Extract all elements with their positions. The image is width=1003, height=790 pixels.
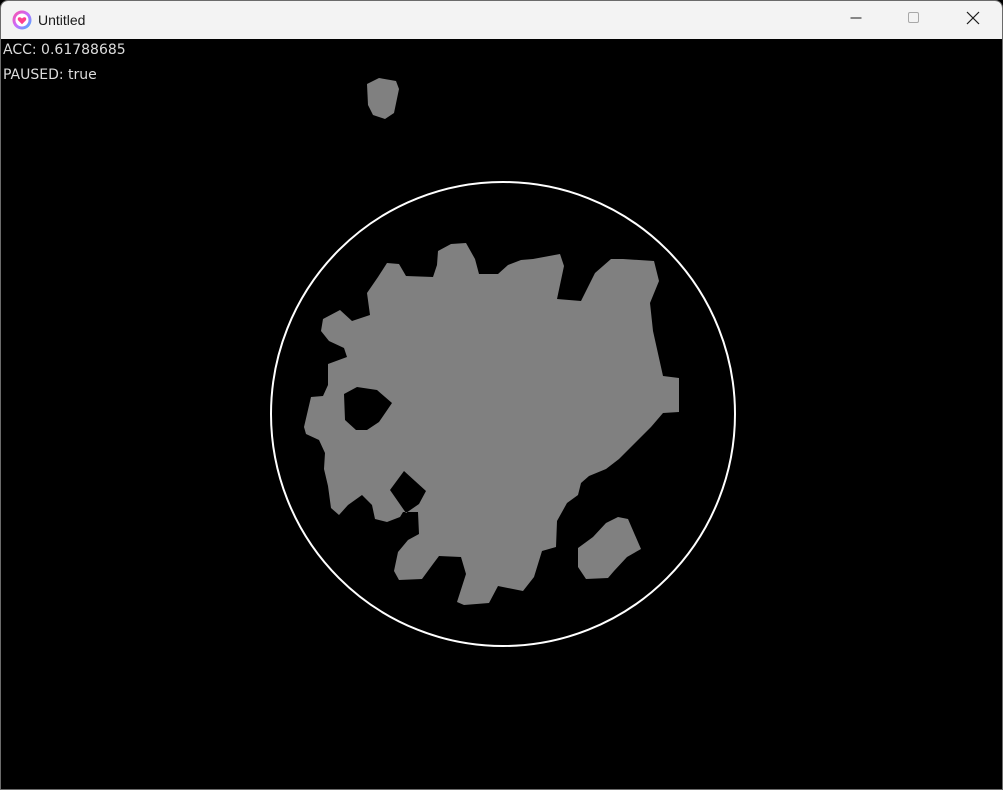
acc-readout: ACC: 0.61788685 — [3, 42, 126, 58]
blob-fragment — [578, 517, 641, 579]
paused-readout: PAUSED: true — [3, 67, 97, 83]
blob-fragment — [367, 78, 399, 119]
app-window: Untitled ACC: 0.61788685 PAUSED: true — [0, 0, 1003, 790]
simulation-scene — [270, 78, 736, 647]
